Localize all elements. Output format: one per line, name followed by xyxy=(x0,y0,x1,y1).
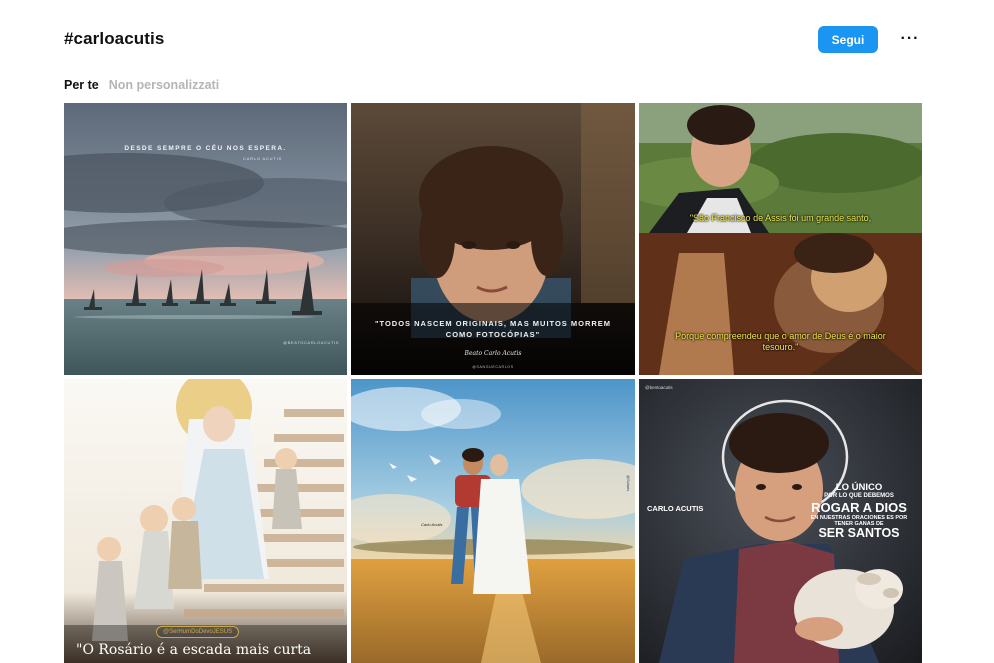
follow-button[interactable]: Segui xyxy=(818,26,878,53)
post-tile-boy-with-lamb[interactable]: @bentoacutis CARLO ACUTIS LO ÚNICO POR L… xyxy=(639,379,922,663)
tile-caption-top: "São Francisco de Assis foi um grande sa… xyxy=(689,213,872,223)
tile-quote: "TODOS NASCEM ORIGINAIS, MAS MUITOS MORR… xyxy=(374,319,612,339)
hashtag-header: #carloacutis Segui ··· xyxy=(64,26,922,56)
tile-caption: "O Rosário é a escada mais curta xyxy=(76,642,312,658)
tab-per-te[interactable]: Per te xyxy=(64,78,99,96)
tile-name: CARLO ACUTIS xyxy=(647,504,704,513)
rosary-illustration-image xyxy=(64,379,347,663)
tile-handle-badge: @SerHumDoDevoJESUS xyxy=(156,626,240,638)
more-options-icon[interactable]: ··· xyxy=(900,29,920,49)
tile-handle: @bentoacutis xyxy=(645,385,673,390)
tile-handle: @BEATOCARLOACUTIS xyxy=(283,340,339,345)
sea-sailboats-image xyxy=(64,103,347,375)
tile-quote-line: SER SANTOS xyxy=(818,526,900,540)
tile-caption-bottom: Porque compreendeu que o amor de Deus é … xyxy=(675,331,886,352)
post-tile-boy-portrait[interactable]: "TODOS NASCEM ORIGINAIS, MAS MUITOS MORR… xyxy=(351,103,635,375)
feed-tabs: Per te Non personalizzati xyxy=(64,78,219,96)
tile-signature: CARLO ACUTIS xyxy=(243,156,282,161)
tile-quote-block: LO ÚNICO POR LO QUE DEBEMOS ROGAR A DIOS… xyxy=(804,483,914,540)
tile-quote-line: ROGAR A DIOS xyxy=(811,500,907,515)
hashtag-title: #carloacutis xyxy=(64,29,165,48)
tile-quote-line: LO ÚNICO xyxy=(835,482,883,493)
tile-handle: @SANGUECARLOS xyxy=(472,365,514,369)
tile-quote: DESDE SEMPRE O CÉU NOS ESPERA. xyxy=(124,145,287,152)
tile-side-text: @Solaris xyxy=(626,475,631,492)
field-walk-image xyxy=(351,379,635,663)
post-tile-sea-sailboats[interactable]: DESDE SEMPRE O CÉU NOS ESPERA. CARLO ACU… xyxy=(64,103,347,375)
post-tile-field-walk[interactable]: Carlo Acutis @Solaris xyxy=(351,379,635,663)
post-tile-rosary-illustration[interactable]: @SerHumDoDevoJESUS "O Rosário é a escada… xyxy=(64,379,347,663)
post-tile-saint-francis-collage[interactable]: "São Francisco de Assis foi um grande sa… xyxy=(639,103,922,375)
post-grid: DESDE SEMPRE O CÉU NOS ESPERA. CARLO ACU… xyxy=(64,103,922,663)
tile-signature: Beato Carlo Acutis xyxy=(464,350,522,357)
tile-signature: Carlo Acutis xyxy=(421,522,443,527)
tab-non-personalizzati[interactable]: Non personalizzati xyxy=(109,78,219,96)
